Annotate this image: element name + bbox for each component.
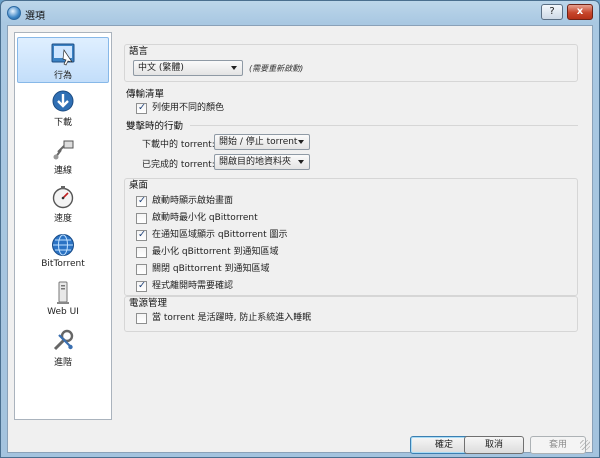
downloading-action-label: 下載中的 torrent:	[142, 140, 215, 150]
dialog-body: 行為 下載 連線 速度 BitTorrent Web UI 進階 語言 中文 (…	[7, 25, 593, 454]
language-select-value: 中文 (繁體)	[138, 63, 184, 73]
language-group-title: 語言	[129, 46, 149, 57]
category-label: 速度	[53, 214, 72, 224]
apply-button[interactable]: 套用	[530, 436, 586, 454]
downloading-action-value: 開始 / 停止 torrent	[219, 137, 298, 147]
power-group-title: 電源管理	[129, 298, 168, 309]
downloading-action-select[interactable]: 開始 / 停止 torrent	[214, 134, 310, 150]
close-to-tray-checkbox[interactable]	[136, 264, 147, 275]
divider	[190, 125, 578, 126]
category-list: 行為 下載 連線 速度 BitTorrent Web UI 進階	[14, 32, 112, 420]
close-to-tray-label: 關閉 qBittorrent 到通知區域	[152, 264, 270, 274]
tray-icon-checkbox[interactable]	[136, 229, 147, 241]
behavior-icon	[51, 43, 75, 66]
category-speed[interactable]: 速度	[17, 181, 109, 227]
settings-panel: 語言 中文 (繁體) (需要重新啟動) 傳輸清單 列使用不同的顏色 雙擊時的行動…	[118, 32, 588, 420]
completed-action-value: 開啟目的地資料夾	[219, 157, 292, 167]
show-splash-label: 啟動時顯示啟始畫面	[152, 196, 234, 206]
cancel-button[interactable]: 取消	[464, 436, 524, 454]
start-minimized-label: 啟動時最小化 qBittorrent	[152, 213, 258, 223]
options-dialog: 選項 ? x 行為 下載 連線 速度 BitTorrent Web UI 進階 …	[0, 0, 600, 458]
alt-row-colors-label: 列使用不同的顏色	[152, 103, 225, 113]
transfer-list-title: 傳輸清單	[126, 89, 165, 100]
category-label: Web UI	[47, 307, 79, 317]
alt-row-colors-checkbox[interactable]	[136, 102, 147, 114]
tray-icon-label: 在通知區域顯示 qBittorrent 圖示	[152, 230, 288, 240]
download-icon	[52, 90, 74, 112]
window-title: 選項	[25, 11, 45, 22]
inhibit-sleep-label: 當 torrent 是活躍時, 防止系統進入睡眠	[152, 313, 312, 323]
confirm-exit-label: 程式離開時需要確認	[152, 281, 234, 291]
close-button[interactable]: x	[567, 4, 593, 20]
category-label: BitTorrent	[41, 259, 85, 269]
show-splash-checkbox[interactable]	[136, 195, 147, 207]
chevron-down-icon	[298, 140, 304, 144]
language-select[interactable]: 中文 (繁體)	[133, 60, 243, 76]
minimize-to-tray-checkbox[interactable]	[136, 247, 147, 258]
start-minimized-checkbox[interactable]	[136, 213, 147, 224]
double-click-title: 雙擊時的行動	[126, 121, 184, 132]
category-behavior[interactable]: 行為	[17, 37, 109, 83]
advanced-icon	[53, 329, 74, 351]
category-label: 連線	[53, 166, 72, 176]
category-download[interactable]: 下載	[17, 85, 109, 131]
resize-grip[interactable]	[580, 440, 590, 450]
help-button[interactable]: ?	[541, 4, 563, 20]
category-label: 進階	[53, 358, 72, 368]
language-group: 語言 中文 (繁體) (需要重新啟動)	[124, 44, 578, 82]
category-connection[interactable]: 連線	[17, 133, 109, 179]
category-advanced[interactable]: 進階	[17, 325, 109, 371]
app-icon	[7, 6, 21, 20]
title-bar: 選項 ? x	[1, 1, 599, 25]
inhibit-sleep-checkbox[interactable]	[136, 313, 147, 324]
category-webui[interactable]: Web UI	[17, 277, 109, 323]
bittorrent-icon	[52, 234, 74, 256]
category-bittorrent[interactable]: BitTorrent	[17, 229, 109, 275]
webui-icon	[57, 281, 69, 304]
speed-icon	[52, 186, 74, 209]
restart-hint: (需要重新啟動)	[249, 64, 304, 73]
completed-action-label: 已完成的 torrent:	[142, 160, 215, 170]
confirm-exit-checkbox[interactable]	[136, 280, 147, 292]
chevron-down-icon	[298, 160, 304, 164]
completed-action-select[interactable]: 開啟目的地資料夾	[214, 154, 310, 170]
connection-icon	[53, 140, 74, 160]
desktop-group-title: 桌面	[129, 180, 149, 191]
category-label: 行為	[53, 71, 72, 81]
minimize-to-tray-label: 最小化 qBittorrent 到通知區域	[152, 247, 279, 257]
category-label: 下載	[53, 118, 72, 128]
chevron-down-icon	[231, 66, 237, 70]
